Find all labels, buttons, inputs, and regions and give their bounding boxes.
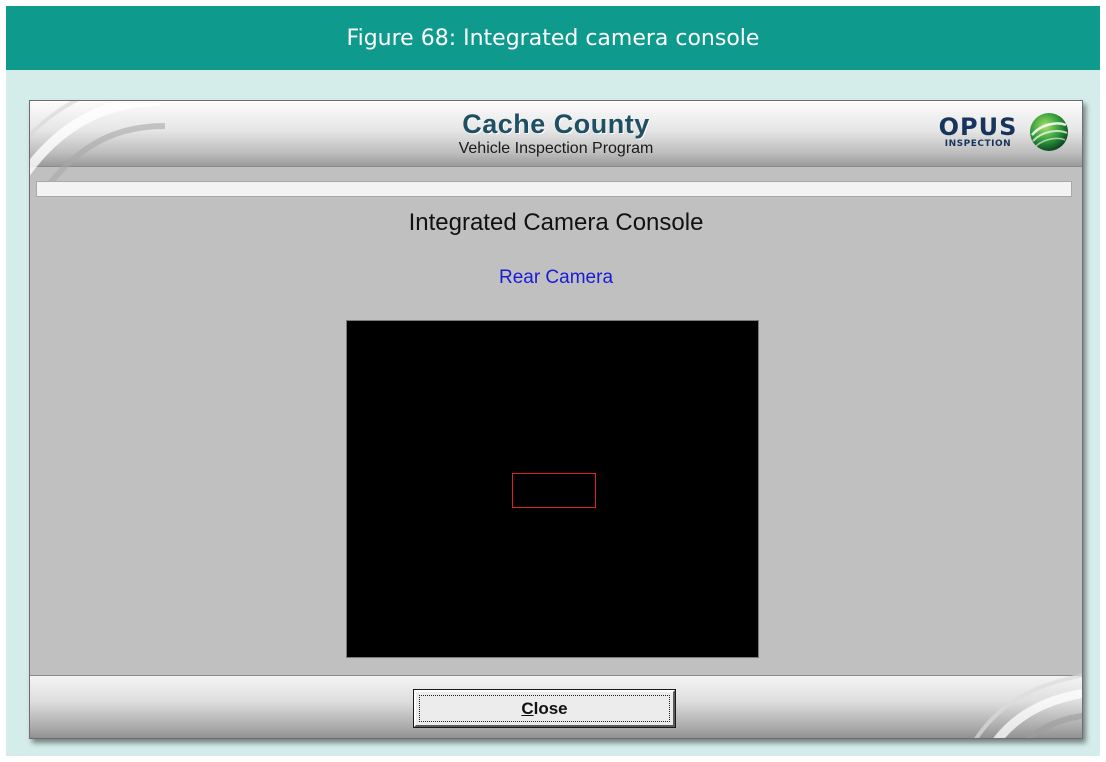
app-window: Cache County Vehicle Inspection Program … xyxy=(29,100,1083,739)
opus-logo: OPUS INSPECTION xyxy=(930,111,1070,157)
figure-caption: Figure 68: Integrated camera console xyxy=(6,6,1100,70)
logo-subtext: INSPECTION xyxy=(944,139,1012,149)
camera-target-box xyxy=(512,473,596,508)
logo-wordmark: OPUS xyxy=(938,113,1018,141)
console-title: Integrated Camera Console xyxy=(408,209,704,236)
close-button[interactable]: Close xyxy=(414,690,675,727)
app-banner: Cache County Vehicle Inspection Program … xyxy=(30,101,1082,198)
camera-feed-view xyxy=(346,320,759,658)
swoosh-decoration-icon xyxy=(974,673,1082,738)
focus-rectangle xyxy=(419,695,670,722)
progress-bar xyxy=(36,181,1072,197)
globe-swirl-icon xyxy=(1030,113,1068,151)
camera-label: Rear Camera xyxy=(498,267,614,288)
banner-subtitle: Vehicle Inspection Program xyxy=(458,140,654,157)
footer-bar: Close xyxy=(30,673,1082,738)
banner-title: Cache County xyxy=(462,109,650,139)
